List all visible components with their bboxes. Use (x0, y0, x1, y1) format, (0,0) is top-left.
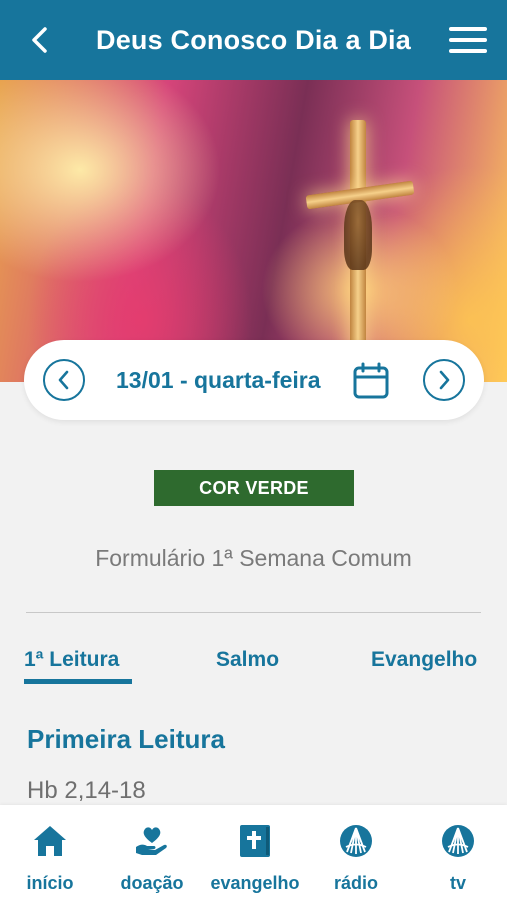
nav-evangelho[interactable]: evangelho (205, 805, 305, 900)
reading-tabs: 1ª Leitura Salmo Evangelho (0, 640, 507, 690)
nav-radio[interactable]: rádio (316, 805, 396, 900)
date-label[interactable]: 13/01 - quarta-feira (116, 340, 321, 420)
hero-image (0, 80, 507, 382)
nav-doacao-label: doação (120, 873, 184, 893)
calendar-icon (353, 362, 389, 399)
liturgical-color-badge: COR VERDE (154, 470, 354, 506)
tab-evangelho[interactable]: Evangelho (371, 640, 477, 684)
next-day-button[interactable] (423, 359, 465, 401)
tab-salmo[interactable]: Salmo (216, 640, 279, 684)
app-bar: Deus Conosco Dia a Dia (0, 0, 507, 80)
nav-radio-label: rádio (333, 873, 378, 893)
nav-evangelho-label: evangelho (210, 873, 300, 893)
nav-doacao[interactable]: doação (112, 805, 192, 900)
nav-tv[interactable]: tv (418, 805, 498, 900)
reading-title: Primeira Leitura (27, 724, 225, 754)
divider (26, 612, 481, 613)
tab-primeira-leitura[interactable]: 1ª Leitura (24, 640, 132, 684)
bottom-navigation: início doação evangelho rádio tv (0, 805, 507, 900)
hand-heart-icon (136, 827, 167, 855)
formulario-label: Formulário 1ª Semana Comum (95, 545, 412, 571)
menu-button[interactable] (449, 22, 487, 58)
nav-tv-label: tv (449, 873, 466, 893)
home-icon (34, 826, 66, 856)
nav-inicio-label: início (26, 873, 74, 893)
hamburger-menu-icon (449, 27, 487, 31)
previous-day-button[interactable] (43, 359, 85, 401)
nav-inicio[interactable]: início (10, 805, 90, 900)
reading-reference: Hb 2,14-18 (27, 777, 146, 804)
app-title: Deus Conosco Dia a Dia (96, 25, 411, 55)
date-navigator: 13/01 - quarta-feira (24, 340, 484, 420)
radio-logo-icon (340, 825, 372, 857)
bible-icon (240, 825, 270, 857)
tv-logo-icon (442, 825, 474, 857)
chevron-left-icon (58, 370, 69, 390)
chevron-right-icon (439, 370, 450, 390)
calendar-button[interactable] (352, 362, 390, 400)
